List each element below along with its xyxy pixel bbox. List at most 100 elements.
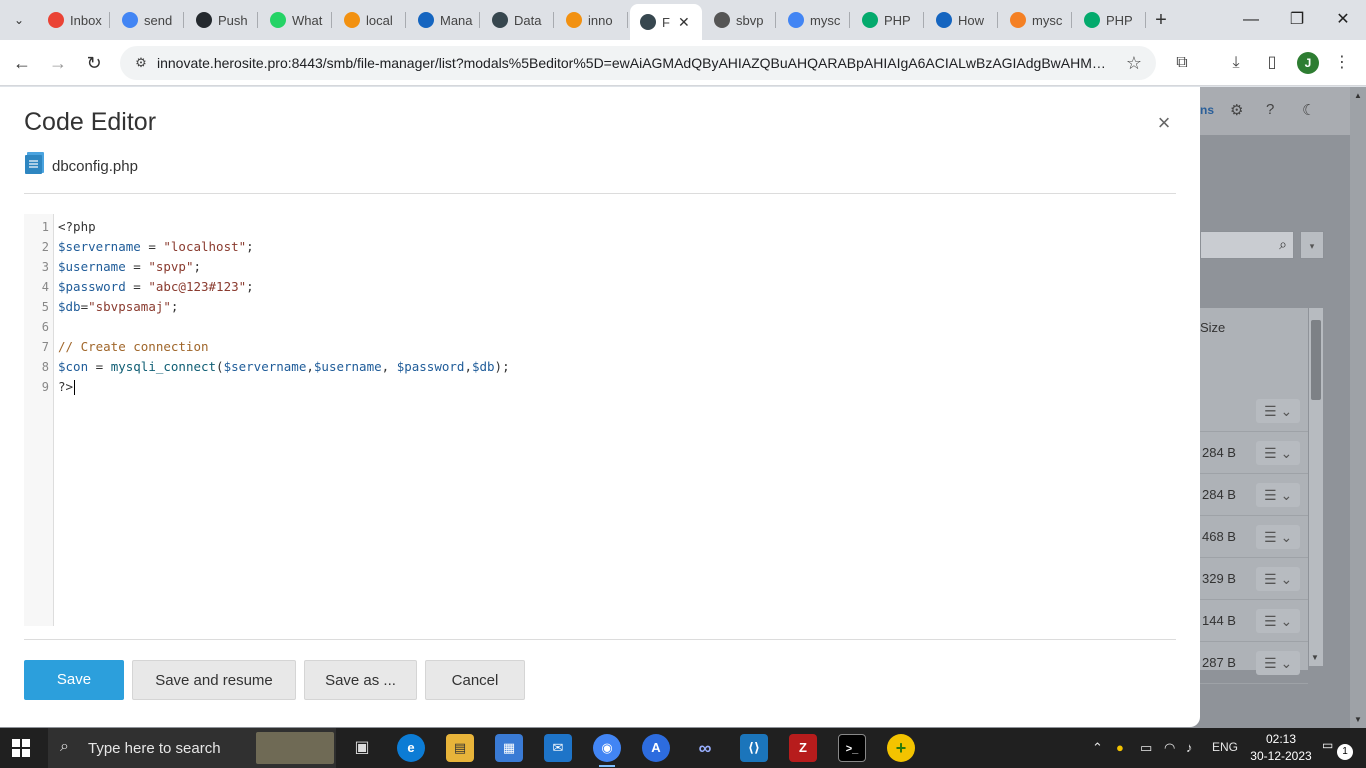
phpmyadmin-icon xyxy=(344,12,360,28)
tray-app-icon[interactable]: ● xyxy=(1116,740,1124,755)
site-info-icon[interactable]: ⚙ xyxy=(132,54,150,72)
code-line[interactable]: $db="sbvpsamaj"; xyxy=(58,297,178,317)
link-app-icon[interactable]: ∞ xyxy=(691,734,719,762)
code-line[interactable]: <?php xyxy=(58,217,96,237)
address-bar[interactable]: ⚙ innovate.herosite.pro:8443/smb/file-ma… xyxy=(120,46,1156,80)
browser-tab[interactable]: send xyxy=(112,6,184,34)
row-menu-icon: ☰ ⌄ xyxy=(1256,525,1300,549)
new-tab-button[interactable]: + xyxy=(1150,8,1172,32)
google-icon xyxy=(788,12,804,28)
side-panel-icon[interactable]: ▯ xyxy=(1262,53,1282,73)
mail-icon[interactable]: ✉ xyxy=(544,734,572,762)
code-line[interactable]: ?> xyxy=(58,377,76,397)
file-name: dbconfig.php xyxy=(52,158,138,175)
browser-tab[interactable]: Push xyxy=(186,6,258,34)
vscode-icon[interactable]: ⟨⟩ xyxy=(740,734,768,762)
code-line[interactable]: // Create connection xyxy=(58,337,209,357)
file-size: 284 B xyxy=(1202,487,1236,502)
restore-icon[interactable]: ❐ xyxy=(1274,0,1320,40)
task-view-icon[interactable]: ▣ xyxy=(348,734,376,762)
row-menu-icon: ☰ ⌄ xyxy=(1256,651,1300,675)
browser-tab[interactable]: sbvp xyxy=(704,6,776,34)
background-table-row: 329 B ☰ ⌄ xyxy=(1200,558,1308,600)
tab-search-icon[interactable]: ⌄ xyxy=(6,8,32,32)
clock[interactable]: 02:13 30-12-2023 xyxy=(1250,731,1312,765)
google-icon xyxy=(122,12,138,28)
row-menu-icon: ☰ ⌄ xyxy=(1256,399,1300,423)
m-icon xyxy=(936,12,952,28)
row-menu-icon: ☰ ⌄ xyxy=(1256,441,1300,465)
background-table-row: ☰ ⌄ xyxy=(1200,390,1308,432)
browser-tab[interactable]: mysc xyxy=(778,6,850,34)
github-icon xyxy=(196,12,212,28)
volume-icon[interactable]: ♪ xyxy=(1186,740,1193,755)
file-explorer-icon[interactable]: ▤ xyxy=(446,734,474,762)
edge-icon[interactable]: e xyxy=(397,734,425,762)
browser-tab[interactable]: PHP xyxy=(1074,6,1146,34)
browser-tab-label: Data xyxy=(514,12,542,28)
chrome-icon[interactable]: ◉ xyxy=(593,734,621,767)
filezilla-icon[interactable]: Z xyxy=(789,734,817,762)
browser-tab[interactable]: mysc xyxy=(1000,6,1072,34)
p-icon xyxy=(640,14,656,30)
line-number: 1 xyxy=(41,220,49,234)
windows-start-icon[interactable] xyxy=(12,739,30,757)
help-icon: ? xyxy=(1266,101,1275,118)
background-table-scrollbar: ▼ xyxy=(1309,308,1323,666)
browser-tab[interactable]: Inbox xyxy=(38,6,110,34)
close-window-icon[interactable]: ✕ xyxy=(1320,0,1366,40)
save-as-button[interactable]: Save as ... xyxy=(304,660,417,700)
language-indicator[interactable]: ENG xyxy=(1212,740,1238,754)
gmail-icon xyxy=(48,12,64,28)
browser-tab[interactable]: local xyxy=(334,6,406,34)
browser-tab-label: Inbox xyxy=(70,12,102,28)
reload-icon[interactable]: ↻ xyxy=(82,51,106,75)
wifi-icon[interactable]: ◠ xyxy=(1164,740,1175,756)
code-line[interactable]: $servername = "localhost"; xyxy=(58,237,254,257)
background-header: ns ⚙ ? ☾ xyxy=(1200,87,1350,135)
save-button[interactable]: Save xyxy=(24,660,124,700)
browser-tab[interactable]: inno xyxy=(556,6,628,34)
browser-tab[interactable]: PHP xyxy=(852,6,924,34)
code-line[interactable]: $con = mysqli_connect($servername,$usern… xyxy=(58,357,510,377)
browser-tab[interactable]: How xyxy=(926,6,998,34)
plus-app-icon[interactable]: + xyxy=(887,734,915,762)
search-highlight-image xyxy=(256,732,334,764)
line-number: 8 xyxy=(41,360,49,374)
code-line[interactable]: $username = "spvp"; xyxy=(58,257,201,277)
store-icon[interactable]: ▦ xyxy=(495,734,523,762)
page-scrollbar[interactable]: ▲ ▼ xyxy=(1350,87,1366,728)
chevron-up-icon[interactable]: ⌃ xyxy=(1092,740,1103,756)
extensions-icon[interactable]: ⧉ xyxy=(1172,53,1192,73)
url-text[interactable]: innovate.herosite.pro:8443/smb/file-mana… xyxy=(157,55,1112,71)
save-and-resume-button[interactable]: Save and resume xyxy=(132,660,296,700)
browser-tab[interactable]: Mana xyxy=(408,6,480,34)
phpmyadmin-icon xyxy=(566,12,582,28)
text-cursor xyxy=(74,380,76,395)
minimize-icon[interactable]: — xyxy=(1228,0,1274,40)
battery-icon[interactable]: ▭ xyxy=(1140,740,1152,756)
background-file-table: Size 284 B ☰ ⌄ 284 B ☰ ⌄ 468 B ☰ ⌄ 329 B ☰ ⌄ 144… xyxy=(1200,308,1308,684)
file-size: 329 B xyxy=(1202,571,1236,586)
bookmark-star-icon[interactable]: ☆ xyxy=(1126,53,1142,73)
browser-tab[interactable]: F ✕ xyxy=(630,4,702,40)
browser-tab[interactable]: Data xyxy=(482,6,554,34)
back-icon[interactable]: ← xyxy=(10,51,34,75)
code-line[interactable]: $password = "abc@123#123"; xyxy=(58,277,254,297)
close-tab-icon[interactable]: ✕ xyxy=(678,14,690,31)
taskbar-search-box[interactable]: ⌕ Type here to search xyxy=(48,728,336,768)
profile-avatar[interactable]: J xyxy=(1297,52,1319,74)
app-a-icon[interactable]: A xyxy=(642,734,670,762)
stackoverflow-icon xyxy=(1010,12,1026,28)
download-icon[interactable]: ⤓ xyxy=(1226,53,1246,73)
cancel-button[interactable]: Cancel xyxy=(425,660,525,700)
close-icon[interactable]: × xyxy=(1153,112,1175,134)
browser-tab[interactable]: What xyxy=(260,6,332,34)
divider xyxy=(24,193,1176,194)
menu-kebab-icon[interactable]: ⋮ xyxy=(1332,53,1352,73)
file-size: 284 B xyxy=(1202,445,1236,460)
notification-center-icon[interactable]: ▭ 1 xyxy=(1322,738,1353,760)
code-editor[interactable]: 1 2 3 4 5 6 7 8 9 <?php $servername = "localhost"… xyxy=(24,214,1176,626)
forward-icon[interactable]: → xyxy=(46,51,70,75)
terminal-icon[interactable]: >_ xyxy=(838,734,866,762)
